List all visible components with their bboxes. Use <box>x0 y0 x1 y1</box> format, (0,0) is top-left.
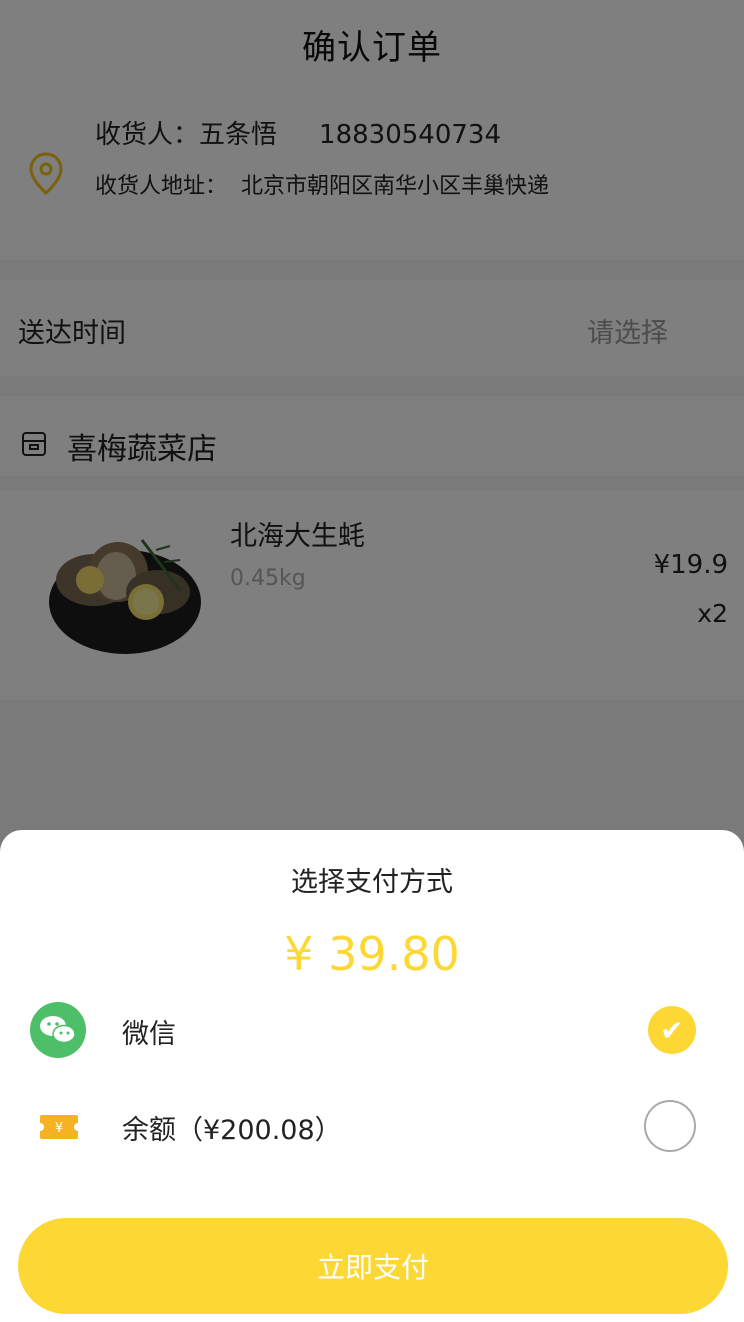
pay-now-button[interactable]: 立即支付 <box>18 1218 728 1314</box>
payment-sheet-title: 选择支付方式 <box>291 867 453 898</box>
balance-radio-button[interactable] <box>644 1100 696 1152</box>
wechat-selected-checkmark-icon[interactable]: ✔ <box>648 1006 696 1054</box>
wallet-ticket-icon: ¥ <box>40 1115 78 1139</box>
payment-method-balance-label[interactable]: 余额（¥200.08） <box>122 1108 342 1147</box>
payment-method-wechat-label[interactable]: 微信 <box>122 1012 176 1051</box>
svg-text:¥: ¥ <box>55 1121 63 1136</box>
wechat-icon <box>30 1002 86 1058</box>
payment-amount: ¥ 39.80 <box>284 927 460 981</box>
